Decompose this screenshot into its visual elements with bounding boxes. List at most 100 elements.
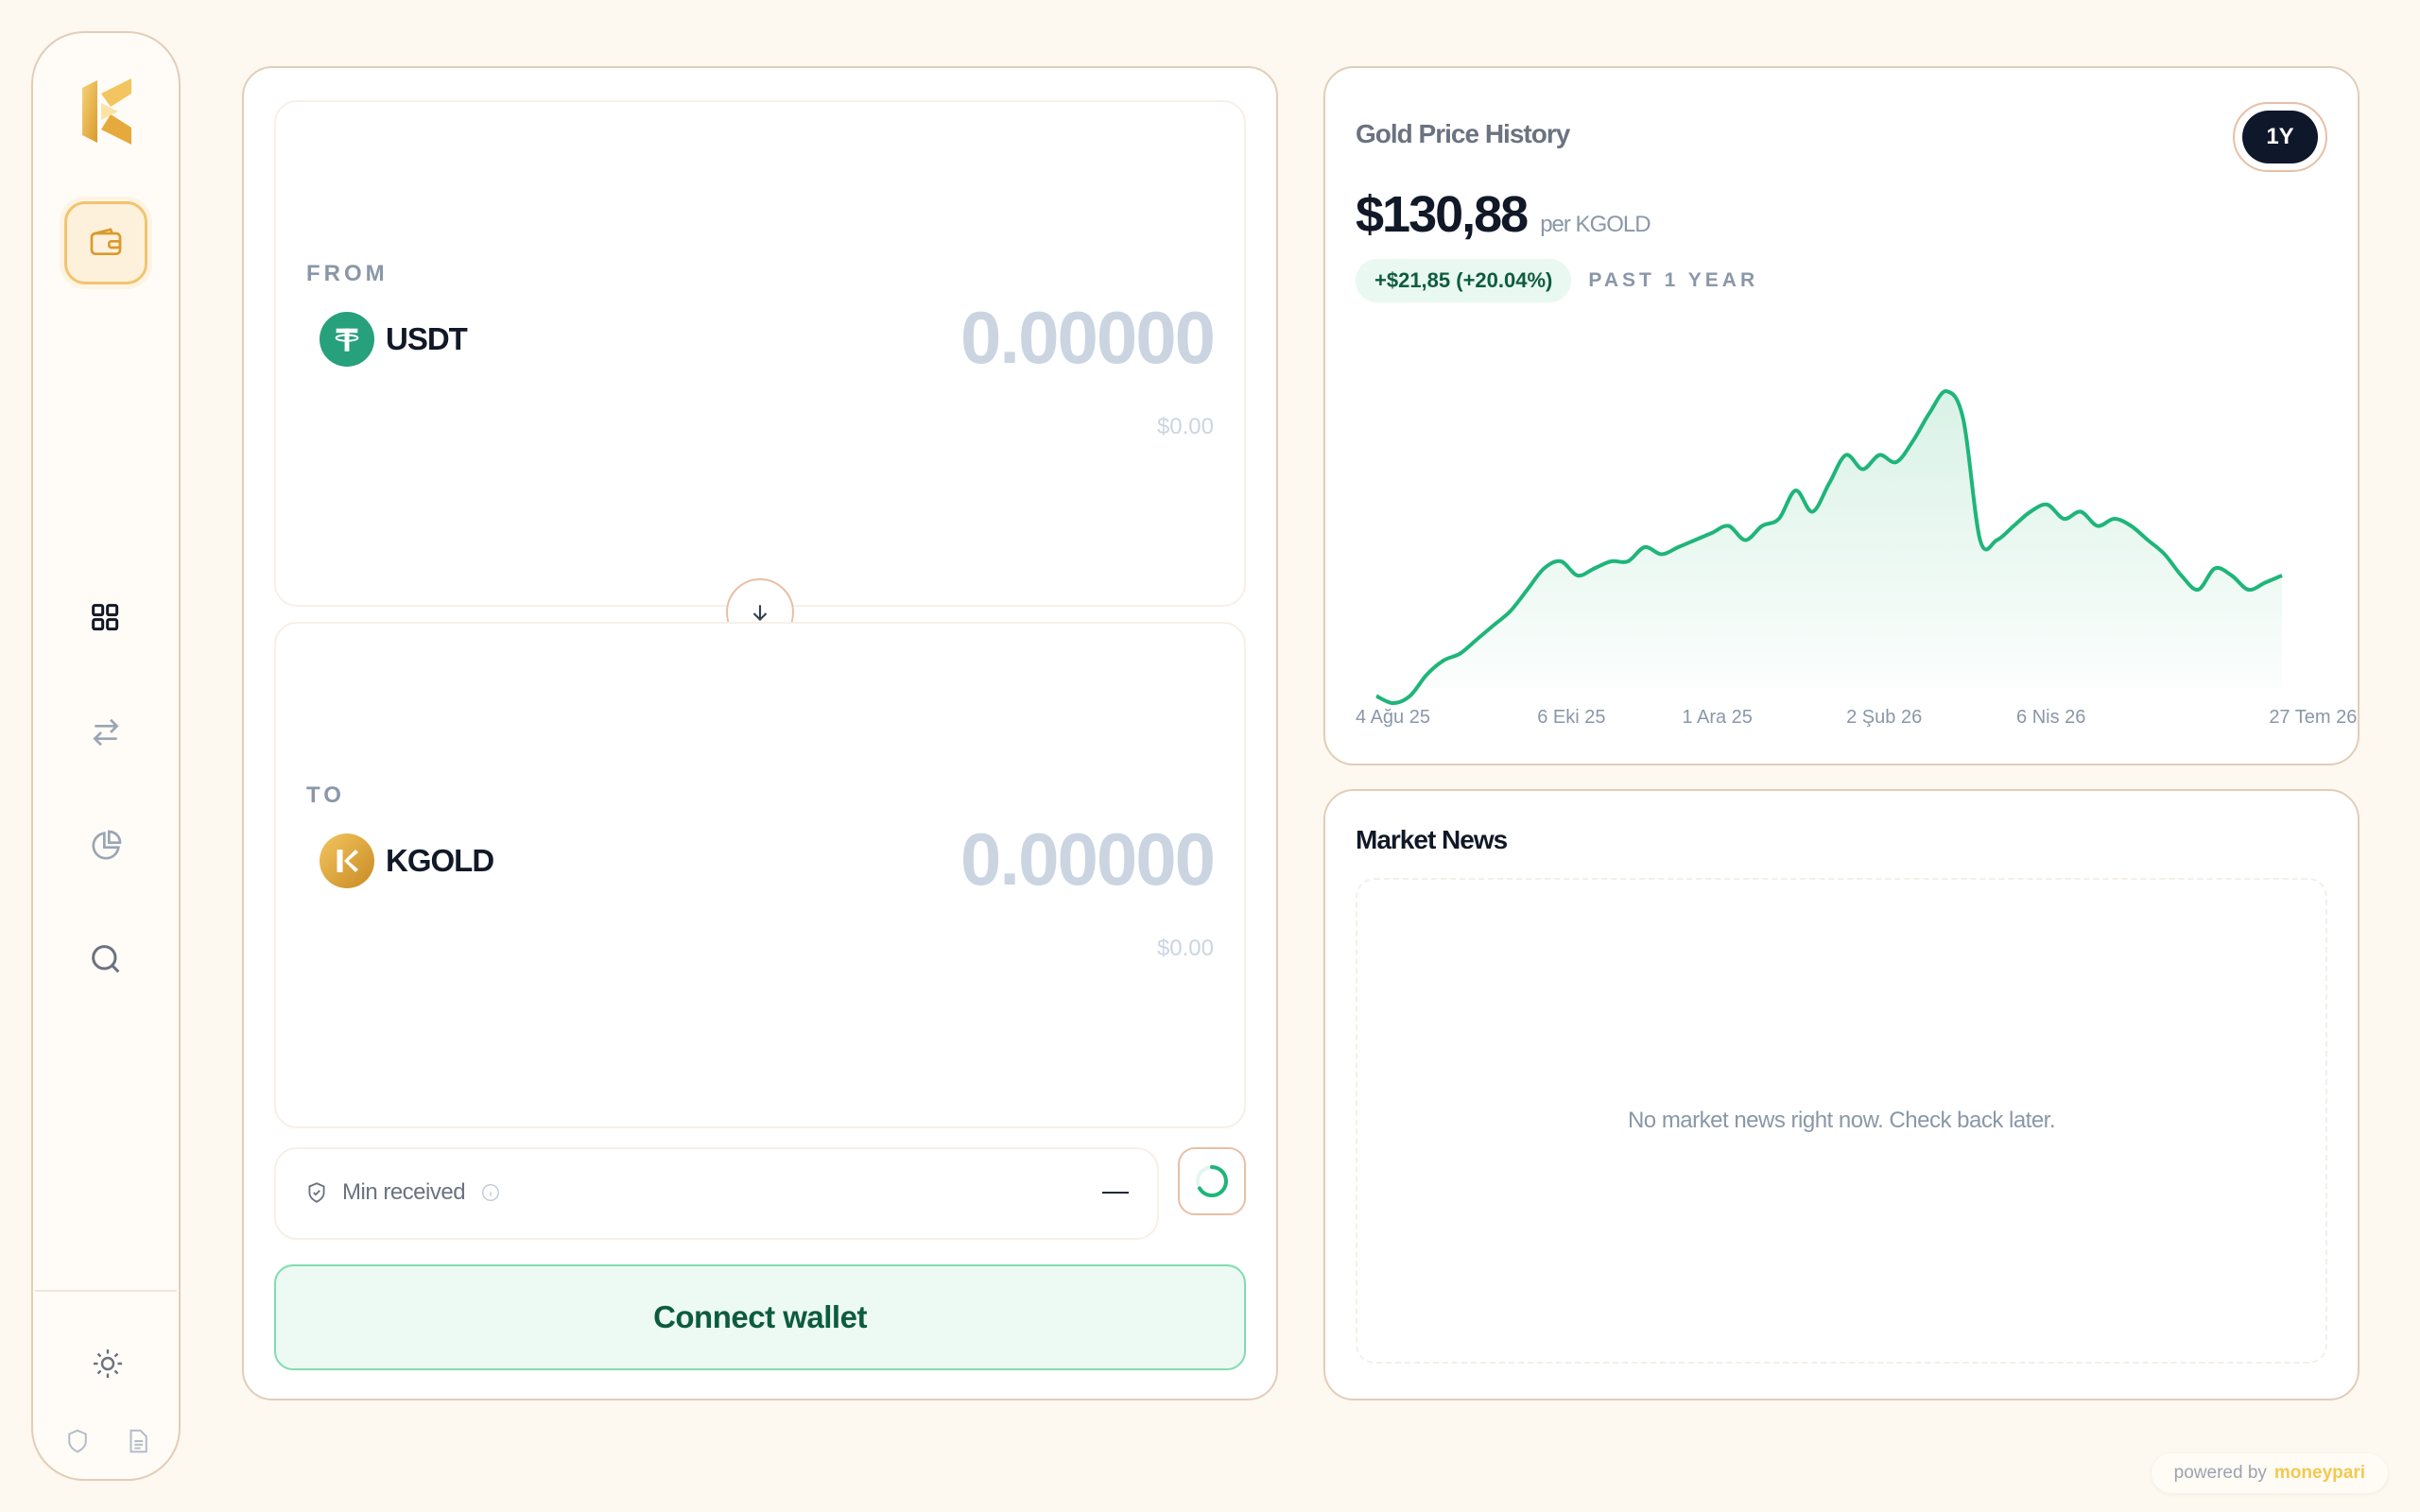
powered-by-badge[interactable]: powered by moneypari <box>2151 1453 2388 1493</box>
chart-point-46[interactable] <box>2142 535 2153 546</box>
shield-icon <box>68 1429 87 1453</box>
chart-point-10[interactable] <box>1538 563 1549 575</box>
info-icon[interactable] <box>480 1182 501 1203</box>
chart-point-18[interactable] <box>1672 541 1684 553</box>
market-news-panel: Market News No market news right now. Ch… <box>1323 789 2360 1400</box>
chart-point-15[interactable] <box>1622 556 1634 567</box>
chart-point-28[interactable] <box>1841 450 1852 461</box>
price-row: $130,88 per KGOLD <box>1356 185 1651 244</box>
chart-point-36[interactable] <box>1975 535 1986 546</box>
shield-check-icon <box>308 1182 325 1203</box>
chart-point-22[interactable] <box>1739 535 1751 546</box>
news-title: Market News <box>1356 825 1508 854</box>
from-token-name: USDT <box>386 321 468 356</box>
chart-point-11[interactable] <box>1555 556 1566 567</box>
chart-point-8[interactable] <box>1505 606 1516 617</box>
chart-point-47[interactable] <box>2159 549 2170 560</box>
chart-point-5[interactable] <box>1455 648 1466 660</box>
range-1y-button[interactable]: 1Y <box>2242 111 2318 163</box>
chart-point-48[interactable] <box>2176 570 2187 581</box>
chart-point-40[interactable] <box>2042 499 2053 510</box>
chart-point-2[interactable] <box>1404 691 1415 702</box>
chart-point-33[interactable] <box>1924 407 1935 419</box>
nav-swap[interactable] <box>64 691 147 774</box>
chart-point-16[interactable] <box>1639 541 1651 553</box>
chart-point-21[interactable] <box>1723 521 1735 532</box>
chart-point-37[interactable] <box>1991 535 2002 546</box>
chart-point-12[interactable] <box>1572 570 1583 581</box>
chart-point-32[interactable] <box>1908 436 1919 447</box>
x-tick-label: 6 Nis 26 <box>2016 707 2086 728</box>
chart-point-6[interactable] <box>1471 634 1482 645</box>
chart-point-25[interactable] <box>1790 485 1802 496</box>
chart-point-3[interactable] <box>1421 669 1432 680</box>
chart-point-45[interactable] <box>2125 521 2136 532</box>
to-label: TO <box>306 782 345 808</box>
x-tick-label: 1 Ara 25 <box>1682 707 1753 728</box>
x-tick-label: 4 Ağu 25 <box>1356 707 1430 728</box>
min-received-row: Min received — <box>274 1147 1159 1240</box>
docs-link[interactable] <box>121 1424 155 1458</box>
to-token-selector[interactable]: KGOLD <box>320 833 494 888</box>
chart-point-9[interactable] <box>1522 584 1533 595</box>
chart-point-4[interactable] <box>1438 655 1449 666</box>
change-period: PAST 1 YEAR <box>1588 269 1759 291</box>
theme-toggle[interactable] <box>91 1347 125 1381</box>
chart-point-7[interactable] <box>1488 620 1499 631</box>
security-link[interactable] <box>60 1424 95 1458</box>
chart-point-14[interactable] <box>1605 556 1616 567</box>
chart-point-50[interactable] <box>2209 563 2221 575</box>
chart-point-38[interactable] <box>2008 521 2019 532</box>
kgold-logo[interactable] <box>77 75 139 148</box>
chart-point-42[interactable] <box>2075 507 2086 518</box>
to-token-name: KGOLD <box>386 843 494 878</box>
price-change-badge: +$21,85 (+20.04%) <box>1356 259 1572 302</box>
chart-point-29[interactable] <box>1857 464 1868 475</box>
chart-point-53[interactable] <box>2259 577 2271 589</box>
chart-point-23[interactable] <box>1756 521 1768 532</box>
chart-area-fill <box>1376 390 2282 703</box>
powered-by-brand: moneypari <box>2273 1463 2365 1483</box>
loading-spinner-icon <box>1196 1165 1228 1197</box>
chart-point-41[interactable] <box>2058 513 2069 524</box>
to-amount-output: 0.00000 <box>960 817 1216 901</box>
chart-title: Gold Price History <box>1356 119 1570 148</box>
chart-point-54[interactable] <box>2276 570 2288 581</box>
nav-search[interactable] <box>64 918 147 1001</box>
chart-point-30[interactable] <box>1874 450 1885 461</box>
refresh-quote-button[interactable] <box>1178 1147 1246 1215</box>
chart-point-35[interactable] <box>1958 414 1969 425</box>
chart-point-44[interactable] <box>2109 513 2120 524</box>
connect-wallet-button[interactable]: Connect wallet <box>274 1264 1246 1370</box>
chart-point-24[interactable] <box>1773 513 1785 524</box>
chart-point-49[interactable] <box>2192 584 2204 595</box>
current-price: $130,88 <box>1356 186 1529 243</box>
nav-dashboard[interactable] <box>64 576 147 660</box>
chart-point-13[interactable] <box>1589 563 1600 575</box>
pie-chart-icon <box>92 830 122 860</box>
chart-point-17[interactable] <box>1656 549 1668 560</box>
range-selector[interactable]: 1Y <box>2233 102 2327 172</box>
chart-point-0[interactable] <box>1371 691 1382 702</box>
from-amount-input[interactable]: 0.00000 <box>960 295 1216 381</box>
price-unit: per KGOLD <box>1540 212 1651 237</box>
news-empty-state: No market news right now. Check back lat… <box>1356 878 2327 1364</box>
from-token-selector[interactable]: USDT <box>320 312 468 367</box>
chart-point-19[interactable] <box>1689 535 1701 546</box>
nav-wallet[interactable] <box>64 201 147 284</box>
powered-by-text: powered by <box>2173 1463 2267 1483</box>
chart-point-43[interactable] <box>2092 521 2103 532</box>
chart-point-52[interactable] <box>2243 584 2255 595</box>
from-token-box: FROM USDT 0.00000 $0.00 <box>274 100 1246 607</box>
x-tick-label: 6 Eki 25 <box>1537 707 1606 728</box>
price-chart[interactable] <box>1356 310 2331 726</box>
chart-point-31[interactable] <box>1891 456 1902 468</box>
nav-portfolio[interactable] <box>64 804 147 887</box>
chart-point-51[interactable] <box>2226 570 2238 581</box>
chart-point-34[interactable] <box>1941 386 1952 397</box>
chart-point-27[interactable] <box>1824 478 1835 490</box>
chart-point-39[interactable] <box>2025 507 2036 518</box>
sidebar-divider <box>35 1290 177 1292</box>
chart-point-20[interactable] <box>1706 527 1718 539</box>
chart-point-26[interactable] <box>1806 507 1818 518</box>
